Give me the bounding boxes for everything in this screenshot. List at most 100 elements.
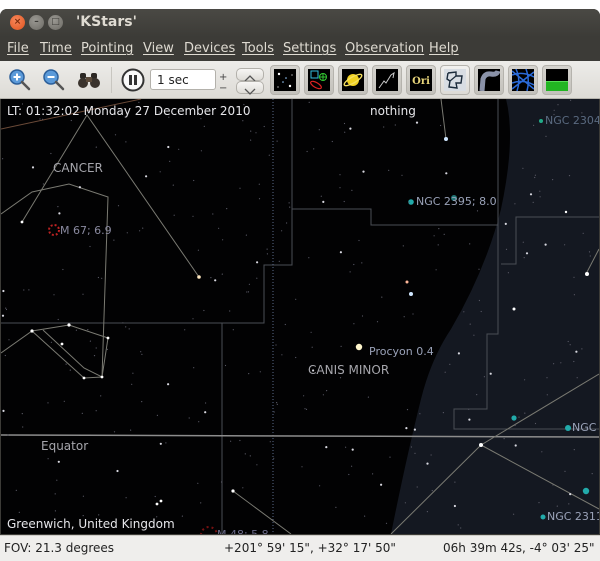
menu-pointing[interactable]: Pointing: [81, 41, 133, 56]
toggle-deep-sky-button[interactable]: [304, 65, 334, 95]
faint-star: [351, 448, 354, 451]
faint-star: [89, 340, 91, 342]
toggle-constellation-boundaries-button[interactable]: [440, 65, 470, 95]
menu-file[interactable]: File: [7, 41, 29, 56]
faint-star: [489, 372, 492, 375]
faint-star: [246, 291, 248, 293]
faint-star: [533, 124, 535, 126]
faint-star: [284, 323, 286, 326]
faint-star: [122, 322, 124, 324]
faint-star: [178, 148, 180, 150]
menu-tools[interactable]: Tools: [242, 41, 274, 56]
faint-star: [8, 339, 10, 341]
faint-star: [50, 341, 53, 343]
object-label-ngc2311[interactable]: NGC 2311: [547, 510, 599, 523]
maximize-window-button[interactable]: □: [48, 15, 63, 30]
faint-star: [306, 150, 308, 153]
close-window-button[interactable]: ×: [10, 15, 25, 30]
faint-star: [361, 262, 363, 264]
star: [479, 443, 483, 447]
faint-star: [568, 175, 571, 177]
faint-star: [54, 493, 56, 495]
faint-star: [47, 458, 49, 460]
faint-star: [364, 515, 366, 517]
faint-star: [276, 403, 278, 405]
object-label-ngc2395[interactable]: NGC 2395; 8.0: [416, 195, 497, 208]
faint-star: [305, 408, 308, 410]
faint-star: [401, 174, 403, 176]
menu-observation[interactable]: Observation: [345, 41, 424, 56]
faint-star: [100, 395, 102, 397]
faint-star: [539, 196, 541, 198]
faint-star: [413, 428, 416, 431]
faint-star: [522, 241, 524, 243]
faint-star: [581, 348, 583, 350]
time-step-decrement[interactable]: −: [219, 83, 227, 94]
zoom-in-button[interactable]: [7, 67, 33, 93]
pause-clock-button[interactable]: [120, 67, 146, 93]
faint-star: [7, 434, 9, 436]
toggle-stars-button[interactable]: [270, 65, 300, 95]
radec-status: 06h 39m 42s, -4° 03' 25": [443, 541, 595, 555]
faint-star: [188, 417, 190, 419]
pause-icon: [121, 68, 145, 92]
faint-star: [106, 348, 108, 350]
faint-star: [538, 502, 540, 504]
time-step-up-button[interactable]: [236, 68, 264, 82]
faint-star: [523, 257, 525, 259]
find-object-button[interactable]: [76, 67, 102, 93]
menu-settings[interactable]: Settings: [283, 41, 336, 56]
horizon-icon: [546, 81, 568, 91]
faint-star: [169, 160, 171, 162]
menu-time[interactable]: Time: [40, 41, 72, 56]
zoom-out-button[interactable]: [41, 67, 67, 93]
faint-star: [524, 379, 526, 381]
faint-star: [308, 257, 310, 259]
object-label-m48[interactable]: M 48; 5.8: [217, 528, 269, 534]
toggle-constellation-lines-button[interactable]: [372, 65, 402, 95]
faint-star: [242, 487, 244, 489]
faint-star: [361, 315, 364, 317]
object-label-ngc2304[interactable]: NGC 2304: [545, 114, 599, 127]
faint-star: [154, 495, 156, 498]
faint-star: [42, 183, 45, 185]
time-step-spinbox[interactable]: 1 sec: [150, 69, 216, 90]
toggle-milky-way-button[interactable]: [474, 65, 504, 95]
faint-star: [200, 150, 202, 152]
star: [155, 502, 159, 506]
faint-star: [159, 171, 161, 173]
faint-star: [435, 269, 437, 271]
menu-bar: File Time Pointing View Devices Tools Se…: [0, 37, 600, 61]
time-step-down-button[interactable]: [236, 81, 264, 95]
faint-star: [480, 310, 482, 313]
menu-view[interactable]: View: [143, 41, 174, 56]
toggle-constellation-names-button[interactable]: Ori: [406, 65, 436, 95]
faint-star: [205, 402, 207, 404]
faint-star: [567, 340, 569, 343]
faint-star: [142, 227, 144, 229]
object-label-m67[interactable]: M 67; 6.9: [60, 224, 112, 237]
object-label-ngc[interactable]: NGC: [572, 421, 596, 434]
faint-star: [2, 289, 5, 293]
main-toolbar: 1 sec + − Ori: [0, 61, 600, 99]
menu-help[interactable]: Help: [429, 41, 459, 56]
time-step-increment[interactable]: +: [219, 72, 227, 83]
toggle-coordinate-grid-button[interactable]: [508, 65, 538, 95]
faint-star: [65, 363, 67, 365]
toggle-solar-system-button[interactable]: [338, 65, 368, 95]
faint-star: [62, 268, 64, 271]
toggle-horizon-button[interactable]: [542, 65, 572, 95]
faint-star: [278, 260, 280, 262]
faint-star: [244, 453, 246, 455]
object-label-procyon[interactable]: Procyon 0.4: [369, 345, 434, 358]
faint-star: [573, 449, 575, 451]
sky-map[interactable]: LT: 01:32:02 Monday 27 December 2010 not…: [1, 99, 599, 534]
faint-star: [281, 230, 283, 232]
faint-star: [75, 329, 77, 331]
faint-star: [156, 414, 158, 416]
faint-star: [469, 323, 471, 325]
minimize-window-button[interactable]: –: [29, 15, 44, 30]
faint-star: [476, 394, 478, 396]
faint-star: [248, 283, 250, 285]
menu-devices[interactable]: Devices: [184, 41, 235, 56]
